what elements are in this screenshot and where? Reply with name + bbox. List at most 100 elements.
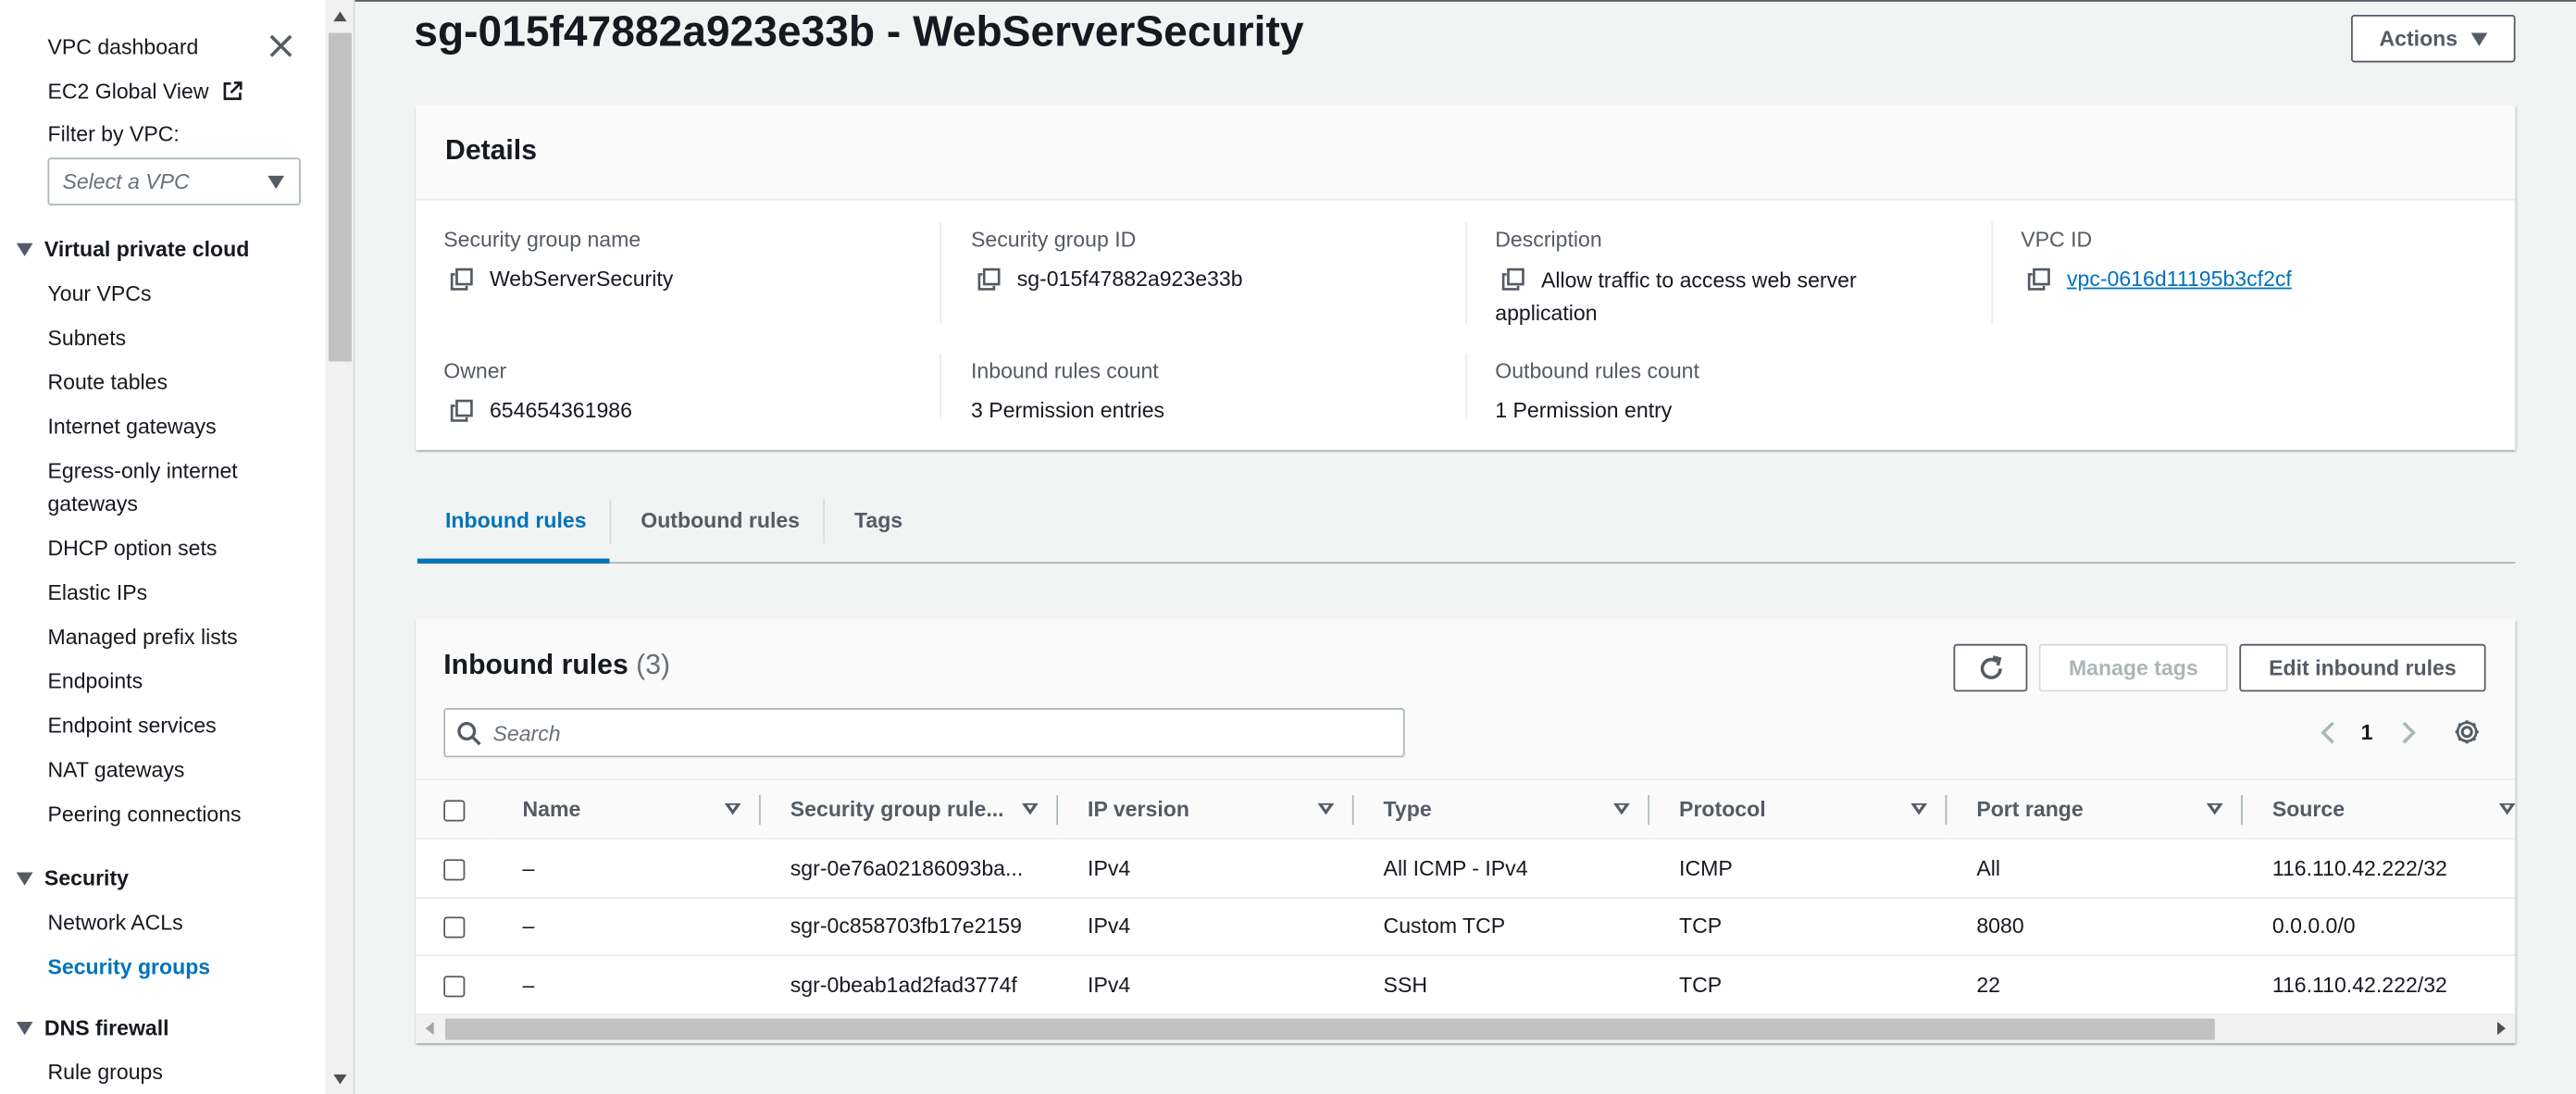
column-divider bbox=[940, 353, 942, 419]
sort-icon[interactable] bbox=[1317, 802, 1335, 815]
scroll-right-icon[interactable] bbox=[2497, 1022, 2506, 1036]
table-row[interactable]: – sgr-0c858703fb17e2159 IPv4 Custom TCP … bbox=[416, 897, 2516, 957]
refresh-button[interactable] bbox=[1953, 643, 2028, 692]
tab-tags[interactable]: Tags bbox=[854, 507, 902, 532]
close-icon[interactable] bbox=[265, 30, 298, 63]
actions-button[interactable]: Actions bbox=[2351, 14, 2516, 63]
sidebar-section-dns-firewall[interactable]: DNS firewall bbox=[16, 1012, 169, 1045]
sidebar-item-route-tables[interactable]: Route tables bbox=[47, 367, 168, 400]
sidebar-item-peering-connections[interactable]: Peering connections bbox=[47, 799, 241, 832]
column-header-protocol[interactable]: Protocol bbox=[1649, 778, 1948, 840]
sidebar-item-endpoints[interactable]: Endpoints bbox=[47, 665, 143, 699]
edit-inbound-rules-button[interactable]: Edit inbound rules bbox=[2239, 643, 2486, 692]
vpc-id-link[interactable]: vpc-0616d11195b3cf2cf bbox=[2067, 263, 2292, 296]
sidebar-item-vpc-dashboard[interactable]: VPC dashboard bbox=[47, 31, 198, 65]
filter-by-vpc-label: Filter by VPC: bbox=[47, 121, 180, 146]
cell-type: Custom TCP bbox=[1353, 897, 1650, 957]
sidebar-item-network-acls[interactable]: Network ACLs bbox=[47, 907, 182, 940]
cell-ip-version: IPv4 bbox=[1058, 955, 1354, 1015]
cell-port-range: 8080 bbox=[1947, 897, 2243, 957]
column-header-source[interactable]: Source bbox=[2242, 778, 2516, 840]
scrollbar-thumb[interactable] bbox=[445, 1018, 2215, 1040]
caret-down-icon bbox=[16, 872, 33, 886]
tab-divider bbox=[609, 499, 612, 544]
column-header-type[interactable]: Type bbox=[1353, 778, 1650, 840]
sort-icon[interactable] bbox=[1910, 802, 1928, 815]
sidebar-item-rule-groups[interactable]: Rule groups bbox=[47, 1056, 162, 1089]
section-title: Virtual private cloud bbox=[44, 236, 250, 262]
tab-inbound-rules[interactable]: Inbound rules bbox=[445, 507, 587, 532]
column-header-label: Type bbox=[1383, 796, 1432, 822]
sidebar: VPC dashboard EC2 Global View Filter by … bbox=[0, 0, 326, 1094]
table-row[interactable]: – sgr-0beab1ad2fad3774f IPv4 SSH TCP 22 … bbox=[416, 955, 2516, 1015]
sidebar-item-egress-only-gateways[interactable]: Egress-only internet gateways bbox=[47, 455, 293, 521]
tab-outbound-rules[interactable]: Outbound rules bbox=[641, 507, 800, 532]
manage-tags-button[interactable]: Manage tags bbox=[2038, 643, 2228, 692]
field-outbound-count: Outbound rules count 1 Permission entry bbox=[1495, 358, 1972, 428]
chevron-right-icon[interactable] bbox=[2397, 719, 2420, 745]
copy-icon[interactable] bbox=[450, 399, 473, 422]
column-divider bbox=[940, 221, 942, 324]
search-icon bbox=[457, 722, 481, 746]
sidebar-item-elastic-ips[interactable]: Elastic IPs bbox=[47, 577, 147, 610]
scroll-up-icon[interactable] bbox=[333, 11, 347, 22]
cell-source: 116.110.42.222/32 bbox=[2242, 839, 2516, 899]
caret-down-icon bbox=[2470, 31, 2488, 45]
sort-icon[interactable] bbox=[724, 802, 741, 815]
scroll-left-icon[interactable] bbox=[425, 1022, 434, 1036]
sort-icon[interactable] bbox=[2206, 802, 2223, 815]
field-vpc-id: VPC ID vpc-0616d11195b3cf2cf bbox=[2021, 227, 2497, 296]
column-divider bbox=[1991, 221, 1994, 324]
copy-icon[interactable] bbox=[450, 267, 473, 291]
field-value-row: sg-015f47882a923e33b bbox=[971, 263, 1448, 296]
select-all-checkbox[interactable] bbox=[443, 800, 466, 822]
sidebar-item-managed-prefix-lists[interactable]: Managed prefix lists bbox=[47, 621, 237, 654]
column-header-ip-version[interactable]: IP version bbox=[1058, 778, 1354, 840]
row-checkbox[interactable] bbox=[443, 858, 466, 881]
scrollbar-thumb[interactable] bbox=[329, 32, 352, 362]
cell-rule-id: sgr-0e76a02186093ba... bbox=[760, 839, 1059, 899]
page-number[interactable]: 1 bbox=[2361, 719, 2373, 744]
sort-icon[interactable] bbox=[1022, 802, 1039, 815]
table-row[interactable]: – sgr-0e76a02186093ba... IPv4 All ICMP -… bbox=[416, 839, 2516, 899]
column-header-name[interactable]: Name bbox=[494, 778, 761, 840]
active-tab-indicator bbox=[417, 558, 610, 564]
sidebar-section-security[interactable]: Security bbox=[16, 863, 129, 896]
details-heading: Details bbox=[416, 105, 2516, 201]
copy-icon[interactable] bbox=[2027, 267, 2050, 291]
cell-type: SSH bbox=[1353, 955, 1650, 1015]
copy-icon[interactable] bbox=[977, 267, 1001, 291]
column-header-label: IP version bbox=[1088, 796, 1189, 822]
table-horizontal-scrollbar[interactable] bbox=[416, 1014, 2516, 1044]
rules-count: (3) bbox=[636, 649, 671, 680]
actions-label: Actions bbox=[2379, 26, 2458, 52]
caret-down-icon bbox=[16, 1022, 33, 1036]
column-header-port-range[interactable]: Port range bbox=[1947, 778, 2243, 840]
sidebar-item-security-groups[interactable]: Security groups bbox=[47, 951, 210, 985]
sidebar-item-dhcp-option-sets[interactable]: DHCP option sets bbox=[47, 532, 217, 566]
sidebar-scrollbar[interactable] bbox=[325, 0, 355, 1094]
row-checkbox[interactable] bbox=[443, 916, 466, 939]
sidebar-section-vpc[interactable]: Virtual private cloud bbox=[16, 233, 250, 266]
search-input[interactable]: Search bbox=[443, 708, 1405, 758]
gear-icon[interactable] bbox=[2453, 718, 2481, 746]
copy-icon[interactable] bbox=[1501, 267, 1524, 291]
field-value: 3 Permission entries bbox=[971, 397, 1165, 423]
tab-divider bbox=[823, 499, 826, 544]
row-checkbox[interactable] bbox=[443, 975, 466, 998]
sidebar-item-your-vpcs[interactable]: Your VPCs bbox=[47, 278, 151, 311]
scroll-down-icon[interactable] bbox=[333, 1074, 347, 1085]
sidebar-item-nat-gateways[interactable]: NAT gateways bbox=[47, 754, 184, 788]
sidebar-item-internet-gateways[interactable]: Internet gateways bbox=[47, 411, 216, 444]
sidebar-item-endpoint-services[interactable]: Endpoint services bbox=[47, 710, 216, 743]
field-sg-name: Security group name WebServerSecurity bbox=[443, 227, 920, 296]
sort-icon[interactable] bbox=[2498, 802, 2516, 815]
sidebar-item-ec2-global-view[interactable]: EC2 Global View bbox=[47, 76, 243, 109]
external-link-icon bbox=[223, 81, 242, 101]
column-header-rule-id[interactable]: Security group rule... bbox=[760, 778, 1059, 840]
cell-port-range: 22 bbox=[1947, 955, 2243, 1015]
sidebar-item-subnets[interactable]: Subnets bbox=[47, 322, 126, 355]
sort-icon[interactable] bbox=[1613, 802, 1630, 815]
vpc-filter-select[interactable]: Select a VPC bbox=[47, 157, 301, 205]
chevron-left-icon[interactable] bbox=[2317, 719, 2340, 745]
